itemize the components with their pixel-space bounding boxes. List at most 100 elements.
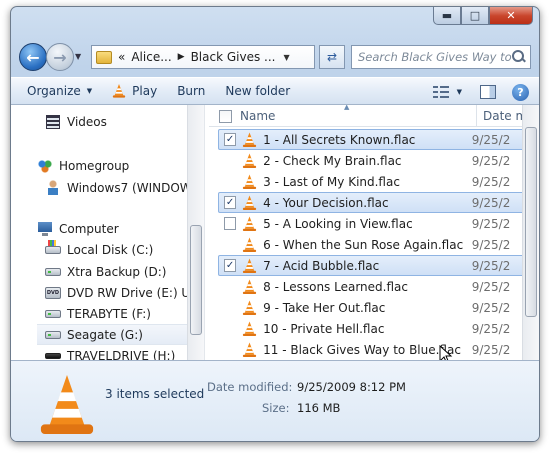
file-name: 10 - Private Hell.flac xyxy=(263,321,385,336)
sidebar-item-label: Windows7 (WINDOWS xyxy=(67,180,200,195)
views-dropdown-icon[interactable]: ▼ xyxy=(457,88,462,96)
homegroup-icon xyxy=(37,158,53,174)
play-label: Play xyxy=(132,84,158,98)
column-divider[interactable] xyxy=(476,105,477,127)
dvd-drive-icon: DVD xyxy=(45,285,61,301)
caption-buttons: ▬ □ ✕ xyxy=(433,7,533,25)
sidebar-item-label: Videos xyxy=(67,114,107,129)
file-checkbox[interactable]: ✓ xyxy=(224,133,237,146)
file-checkbox[interactable]: ✓ xyxy=(224,259,237,272)
sidebar-item-dvd-drive[interactable]: DVD DVD RW Drive (E:) UA xyxy=(45,282,198,303)
minimize-button[interactable]: ▬ xyxy=(433,7,461,25)
back-arrow-icon: ← xyxy=(26,47,40,67)
sidebar-item-videos[interactable]: Videos xyxy=(45,111,107,132)
breadcrumb-item-alice[interactable]: Alice... xyxy=(131,50,171,64)
back-button[interactable]: ← xyxy=(19,43,47,71)
file-date-modified: 9/25/2 xyxy=(471,216,511,231)
column-header-name[interactable]: Name xyxy=(240,109,275,123)
computer-icon xyxy=(37,221,53,237)
mouse-cursor-icon xyxy=(439,345,453,360)
sidebar-item-homegroup[interactable]: Homegroup xyxy=(37,155,129,176)
date-modified-label: Date modified: xyxy=(207,380,293,394)
selection-count: 3 items selected xyxy=(105,387,205,401)
close-icon: ✕ xyxy=(506,8,516,22)
search-input[interactable]: Search Black Gives Way to ... xyxy=(358,50,512,64)
file-name: 9 - Take Her Out.flac xyxy=(263,300,386,315)
sidebar-item-label: Homegroup xyxy=(59,158,130,173)
sidebar-item-label: Computer xyxy=(59,221,119,236)
recent-pages-dropdown[interactable]: ▼ xyxy=(75,52,81,61)
file-date-modified: 9/25/2 xyxy=(471,237,511,252)
scrollbar-thumb[interactable] xyxy=(525,127,537,317)
file-list: ▲ Name Date m ✓ 1 - All Secrets Known.fla… xyxy=(209,105,539,360)
scrollbar-thumb[interactable] xyxy=(190,225,202,335)
size-value: 116 MB xyxy=(297,401,341,415)
file-row[interactable]: 11 - Black Gives Way to Blue.flac 9/25/2 xyxy=(218,339,528,360)
file-name: 4 - Your Decision.flac xyxy=(263,195,389,210)
command-bar-right: ▼ ? xyxy=(432,78,539,106)
navigation-bar: ← → ▼ « Alice... ▶ Black Gives ... ▼ ⇄ S… xyxy=(19,42,531,72)
size-label: Size: xyxy=(262,401,290,415)
details-pane: 3 items selected Date modified: 9/25/200… xyxy=(11,360,539,441)
file-row[interactable]: ✓ 7 - Acid Bubble.flac 9/25/2 xyxy=(218,255,528,276)
file-row[interactable]: 8 - Lessons Learned.flac 9/25/2 xyxy=(218,276,528,297)
file-name: 2 - Check My Brain.flac xyxy=(263,153,402,168)
close-button[interactable]: ✕ xyxy=(489,7,533,25)
column-header-date-modified[interactable]: Date m xyxy=(483,109,527,123)
file-name: 7 - Acid Bubble.flac xyxy=(263,258,380,273)
vlc-cone-icon xyxy=(243,174,257,189)
sidebar-item-windows7[interactable]: Windows7 (WINDOWS xyxy=(45,177,199,198)
address-dropdown-icon[interactable]: ▼ xyxy=(284,53,290,62)
help-icon[interactable]: ? xyxy=(512,83,529,101)
maximize-icon: □ xyxy=(469,8,481,22)
external-drive-icon xyxy=(45,306,61,322)
organize-label: Organize xyxy=(27,84,81,98)
vlc-cone-icon xyxy=(243,279,257,294)
burn-button[interactable]: Burn xyxy=(167,84,215,98)
file-row[interactable]: 3 - Last of My Kind.flac 9/25/2 xyxy=(218,171,528,192)
file-list-scrollbar[interactable] xyxy=(522,105,539,360)
forward-arrow-icon: → xyxy=(53,47,67,67)
navigation-scrollbar[interactable] xyxy=(187,105,204,360)
file-row[interactable]: 9 - Take Her Out.flac 9/25/2 xyxy=(218,297,528,318)
file-name: 6 - When the Sun Rose Again.flac xyxy=(263,237,464,252)
sidebar-item-seagate[interactable]: Seagate (G:) xyxy=(37,324,187,345)
file-row[interactable]: 10 - Private Hell.flac 9/25/2 xyxy=(218,318,528,339)
refresh-button[interactable]: ⇄ xyxy=(319,45,345,69)
preview-pane-icon[interactable] xyxy=(480,85,496,99)
forward-button[interactable]: → xyxy=(46,43,74,71)
breadcrumb-separator-icon[interactable]: ▶ xyxy=(178,52,185,62)
file-date-modified: 9/25/2 xyxy=(471,279,511,294)
breadcrumb-overflow[interactable]: « xyxy=(118,50,125,64)
file-row[interactable]: 5 - A Looking in View.flac 9/25/2 xyxy=(218,213,528,234)
new-folder-label: New folder xyxy=(225,84,291,98)
sidebar-item-terabyte[interactable]: TERABYTE (F:) xyxy=(45,303,151,324)
search-box[interactable]: Search Black Gives Way to ... xyxy=(351,45,531,69)
search-icon[interactable] xyxy=(512,50,526,64)
sidebar-item-local-disk[interactable]: Local Disk (C:) xyxy=(45,239,153,260)
file-date-modified: 9/25/2 xyxy=(471,258,511,273)
select-all-checkbox[interactable] xyxy=(219,110,232,123)
maximize-button[interactable]: □ xyxy=(461,7,489,25)
sidebar-item-traveldrive[interactable]: TRAVELDRIVE (H:) xyxy=(45,345,175,360)
file-name: 5 - A Looking in View.flac xyxy=(263,216,413,231)
file-row[interactable]: ✓ 4 - Your Decision.flac 9/25/2 xyxy=(218,192,528,213)
drive-icon xyxy=(45,264,61,280)
organize-button[interactable]: Organize ▼ xyxy=(17,84,102,98)
file-row[interactable]: 6 - When the Sun Rose Again.flac 9/25/2 xyxy=(218,234,528,255)
file-checkbox[interactable] xyxy=(224,217,237,230)
breadcrumb-item-black-gives[interactable]: Black Gives ... xyxy=(191,50,276,64)
file-row[interactable]: ✓ 1 - All Secrets Known.flac 9/25/2 xyxy=(218,129,528,150)
sidebar-item-computer[interactable]: Computer xyxy=(37,218,119,239)
sidebar-item-label: DVD RW Drive (E:) UA xyxy=(67,285,199,300)
new-folder-button[interactable]: New folder xyxy=(215,84,300,98)
vlc-cone-icon xyxy=(243,237,257,252)
burn-label: Burn xyxy=(177,84,206,98)
play-button[interactable]: Play xyxy=(102,84,167,98)
address-bar[interactable]: « Alice... ▶ Black Gives ... ▼ xyxy=(91,45,315,69)
file-checkbox[interactable]: ✓ xyxy=(224,196,237,209)
video-library-icon xyxy=(45,114,61,130)
file-row[interactable]: 2 - Check My Brain.flac 9/25/2 xyxy=(218,150,528,171)
sidebar-item-xtra-backup[interactable]: Xtra Backup (D:) xyxy=(45,261,166,282)
views-icon[interactable] xyxy=(432,86,449,98)
